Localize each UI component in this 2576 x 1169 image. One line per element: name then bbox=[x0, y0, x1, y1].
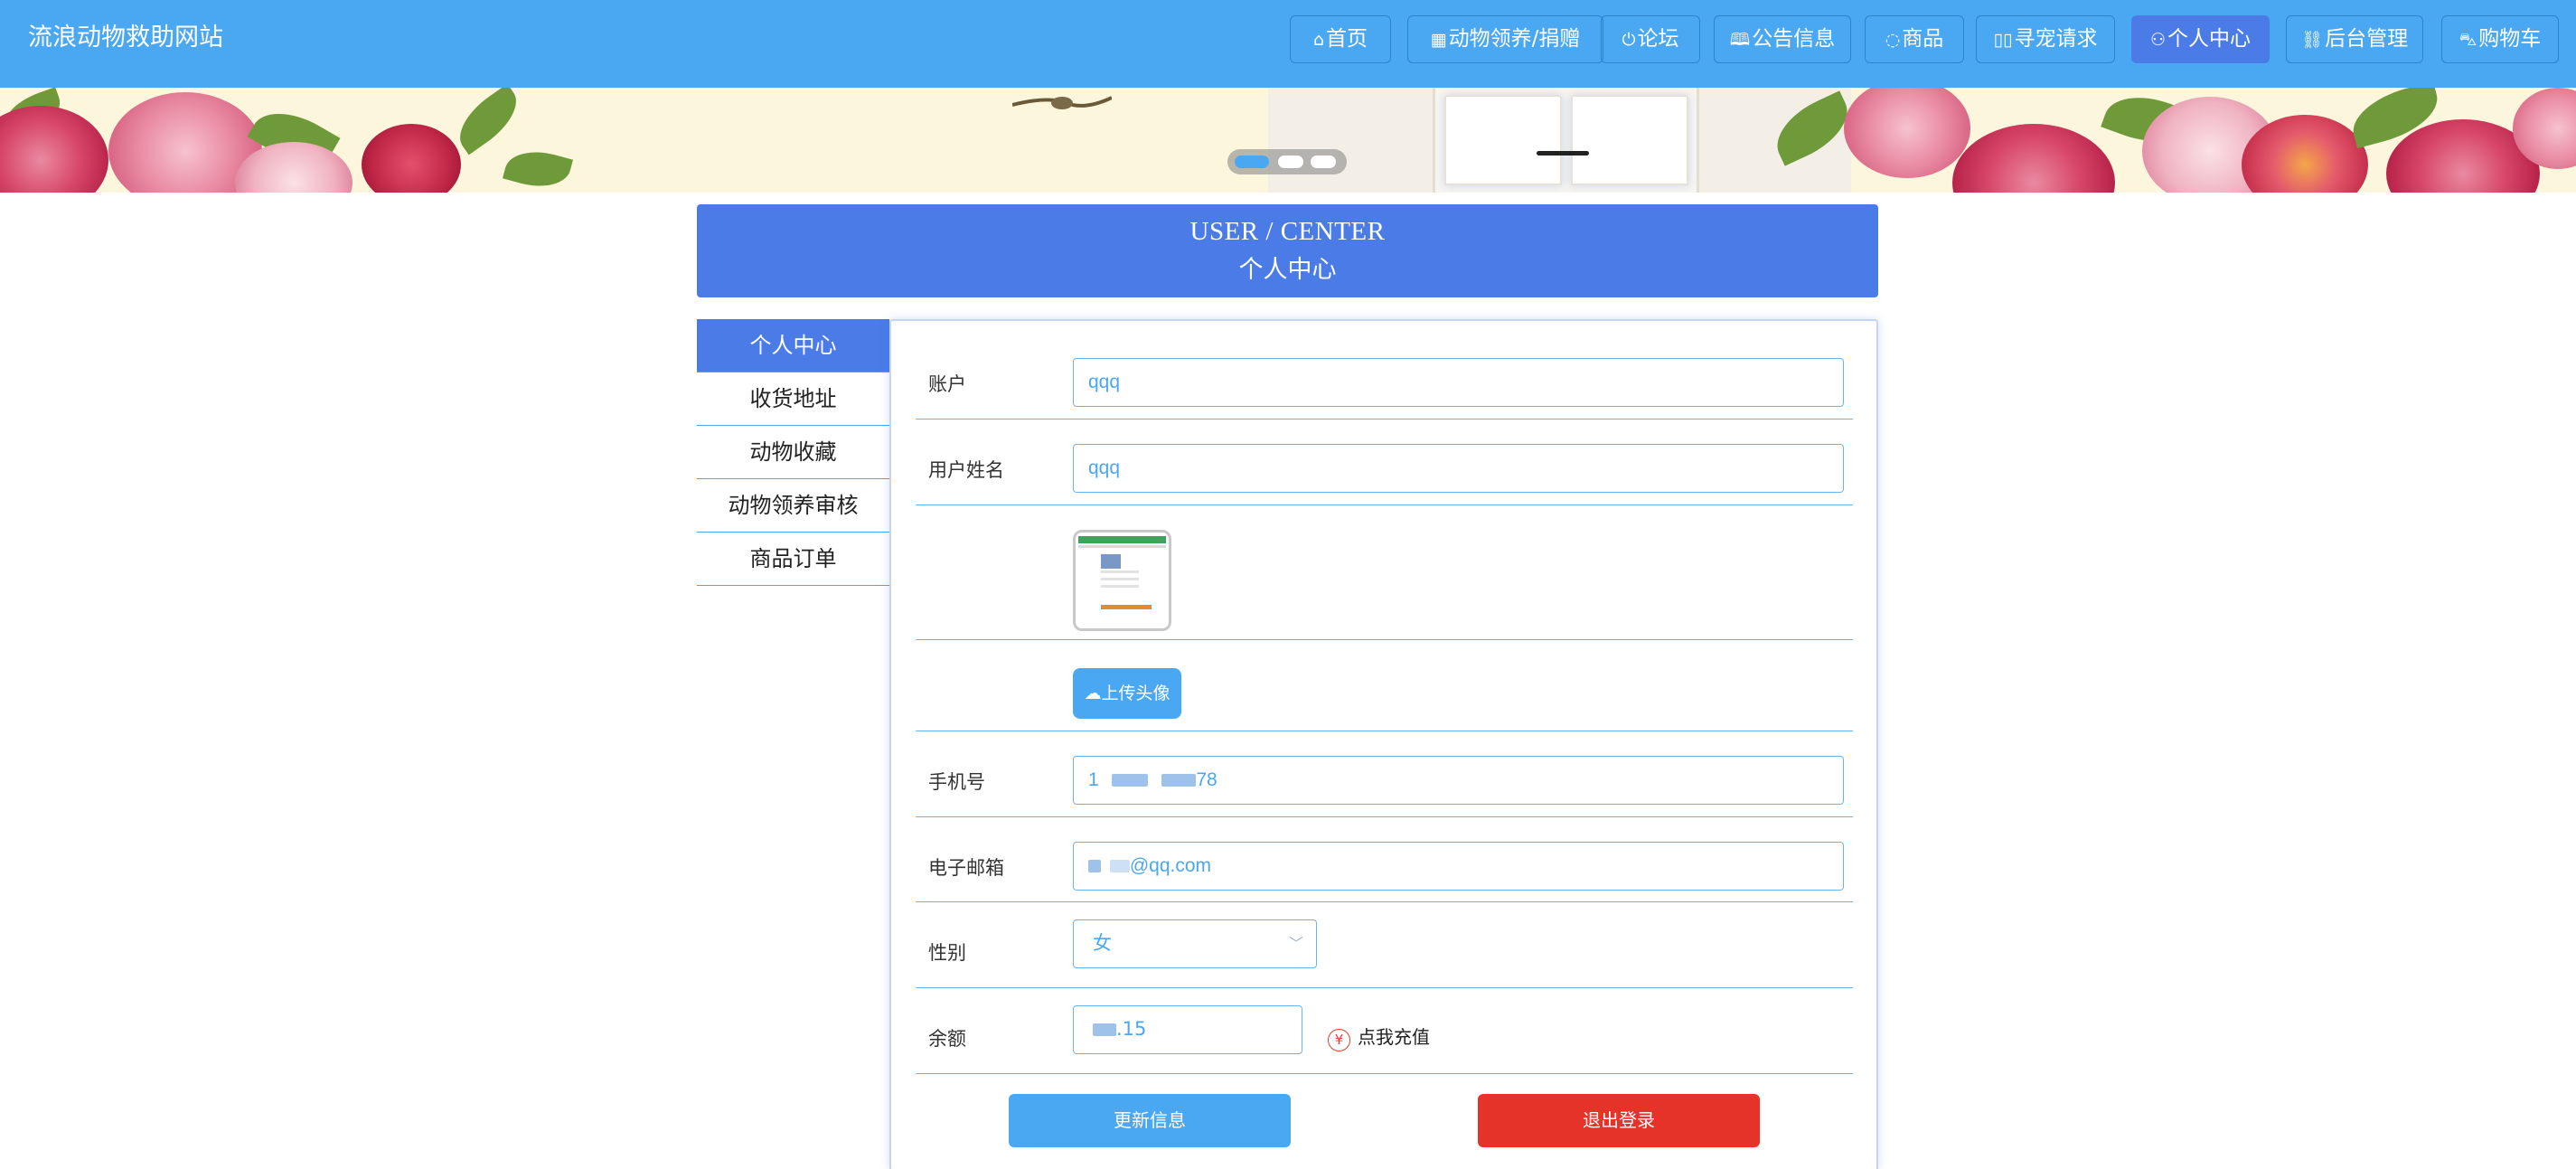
page-header: USER / CENTER 个人中心 bbox=[697, 204, 1878, 297]
nav-admin[interactable]: ⛓后台管理 bbox=[2286, 15, 2423, 63]
balance-row: 余额 .15 ¥ 点我充值 bbox=[916, 988, 1853, 1074]
email-input[interactable]: @qq.com bbox=[1073, 842, 1844, 891]
update-info-button[interactable]: 更新信息 bbox=[1009, 1094, 1291, 1147]
peony-decoration bbox=[0, 106, 108, 193]
phone-label: 手机号 bbox=[928, 771, 985, 793]
phone-suffix: 78 bbox=[1196, 769, 1217, 790]
phone-prefix: 1 bbox=[1088, 769, 1099, 790]
top-navbar: 流浪动物救助网站 ⌂首页 ▦动物领养/捐赠 ⏻论坛 🕮公告信息 ◌商品 ▯▯寻宠… bbox=[0, 0, 2576, 88]
peony-decoration bbox=[1952, 124, 2115, 193]
email-masked bbox=[1109, 860, 1130, 873]
gender-select[interactable]: 女 ﹀ bbox=[1073, 919, 1317, 968]
name-input[interactable]: qqq bbox=[1073, 444, 1844, 493]
nav-user-center[interactable]: ⚇个人中心 bbox=[2131, 15, 2270, 63]
gender-label: 性别 bbox=[928, 942, 966, 964]
profile-form: 账户 qqq 用户姓名 qqq ☁上传头像 手机号 1 78 电子邮箱 @qq.… bbox=[889, 319, 1878, 1169]
home-icon: ⌂ bbox=[1312, 30, 1325, 50]
nav-home[interactable]: ⌂首页 bbox=[1290, 15, 1391, 63]
door-panel bbox=[1444, 95, 1562, 185]
cart-icon: ⛍ bbox=[2458, 30, 2477, 50]
grid-icon: ▦ bbox=[1430, 30, 1447, 50]
avatar-image bbox=[1073, 530, 1171, 631]
door-handle bbox=[1537, 151, 1589, 156]
recharge-link[interactable]: ¥ 点我充值 bbox=[1328, 1023, 1430, 1051]
email-row: 电子邮箱 @qq.com bbox=[916, 817, 1853, 902]
door-panel bbox=[1571, 95, 1688, 185]
side-menu: 个人中心 收货地址 动物收藏 动物领养审核 商品订单 bbox=[697, 319, 889, 586]
columns-icon: ▯▯ bbox=[1993, 30, 2013, 50]
recharge-label: 点我充值 bbox=[1358, 1026, 1430, 1048]
nav-cart[interactable]: ⛍购物车 bbox=[2441, 15, 2559, 63]
peony-decoration bbox=[1844, 88, 1970, 178]
nav-forum[interactable]: ⏻论坛 bbox=[1601, 15, 1700, 63]
site-title: 流浪动物救助网站 bbox=[28, 24, 223, 52]
gender-row: 性别 女 ﹀ bbox=[916, 902, 1853, 988]
leaf-decoration bbox=[447, 88, 529, 156]
side-item-adoption-review[interactable]: 动物领养审核 bbox=[697, 479, 889, 533]
leaf-decoration bbox=[503, 143, 573, 193]
side-item-shipping-address[interactable]: 收货地址 bbox=[697, 372, 889, 426]
account-row: 账户 qqq bbox=[916, 321, 1853, 420]
phone-input[interactable]: 1 78 bbox=[1073, 756, 1844, 805]
cloud-upload-icon: ☁ bbox=[1084, 683, 1102, 703]
power-icon: ⏻ bbox=[1622, 30, 1636, 50]
phone-masked bbox=[1161, 774, 1197, 787]
email-masked bbox=[1088, 860, 1101, 873]
nav-label: 动物领养/捐赠 bbox=[1448, 27, 1581, 51]
nav-label: 论坛 bbox=[1637, 27, 1679, 51]
chevron-down-icon: ﹀ bbox=[1288, 935, 1303, 952]
upload-row: ☁上传头像 bbox=[916, 640, 1853, 731]
side-item-animal-favorites[interactable]: 动物收藏 bbox=[697, 426, 889, 479]
nav-label: 后台管理 bbox=[2325, 27, 2409, 51]
name-label: 用户姓名 bbox=[928, 459, 1004, 481]
balance-masked bbox=[1093, 1023, 1116, 1036]
user-icon: ⚇ bbox=[2149, 30, 2167, 50]
nav-label: 首页 bbox=[1326, 27, 1368, 51]
upload-label: 上传头像 bbox=[1101, 683, 1170, 703]
link-icon: ⛓ bbox=[2300, 30, 2324, 50]
nav-adoption-donation[interactable]: ▦动物领养/捐赠 bbox=[1407, 15, 1603, 63]
account-input[interactable]: qqq bbox=[1073, 358, 1844, 407]
nav-label: 个人中心 bbox=[2167, 27, 2252, 51]
carousel-indicator bbox=[1227, 149, 1347, 174]
account-label: 账户 bbox=[928, 373, 966, 395]
balance-suffix: .15 bbox=[1116, 1018, 1147, 1040]
nav-label: 商品 bbox=[1902, 27, 1944, 51]
name-row: 用户姓名 qqq bbox=[916, 420, 1853, 505]
nav-label: 寻宠请求 bbox=[2014, 27, 2098, 51]
balance-label: 余额 bbox=[928, 1028, 966, 1050]
avatar-row bbox=[916, 505, 1853, 640]
banner-carousel bbox=[0, 88, 2576, 193]
email-suffix: @qq.com bbox=[1129, 855, 1212, 876]
page-title: 个人中心 bbox=[1238, 256, 1337, 284]
email-label: 电子邮箱 bbox=[928, 857, 1004, 879]
page-title-en: USER / CENTER bbox=[1189, 217, 1386, 246]
chat-icon: ◌ bbox=[1885, 30, 1901, 50]
carousel-dot[interactable] bbox=[1278, 156, 1303, 168]
nav-announcements[interactable]: 🕮公告信息 bbox=[1714, 15, 1851, 63]
side-item-user-center[interactable]: 个人中心 bbox=[697, 319, 889, 372]
phone-masked bbox=[1111, 774, 1148, 787]
door-decoration bbox=[1433, 88, 1699, 193]
carousel-dot[interactable] bbox=[1311, 156, 1336, 168]
butterfly-decoration bbox=[1012, 96, 1112, 109]
nav-label: 公告信息 bbox=[1752, 27, 1836, 51]
phone-row: 手机号 1 78 bbox=[916, 731, 1853, 817]
yen-icon: ¥ bbox=[1328, 1029, 1350, 1051]
nav-label: 购物车 bbox=[2478, 27, 2542, 51]
logout-button[interactable]: 退出登录 bbox=[1478, 1094, 1760, 1147]
nav-pet-search[interactable]: ▯▯寻宠请求 bbox=[1976, 15, 2115, 63]
upload-avatar-button[interactable]: ☁上传头像 bbox=[1073, 668, 1181, 719]
gender-value: 女 bbox=[1093, 932, 1112, 954]
nav-products[interactable]: ◌商品 bbox=[1865, 15, 1964, 63]
carousel-dot-active[interactable] bbox=[1235, 156, 1269, 168]
book-icon: 🕮 bbox=[1729, 30, 1751, 50]
balance-input[interactable]: .15 bbox=[1073, 1005, 1302, 1054]
peony-decoration bbox=[362, 124, 461, 193]
side-item-orders[interactable]: 商品订单 bbox=[697, 533, 889, 586]
